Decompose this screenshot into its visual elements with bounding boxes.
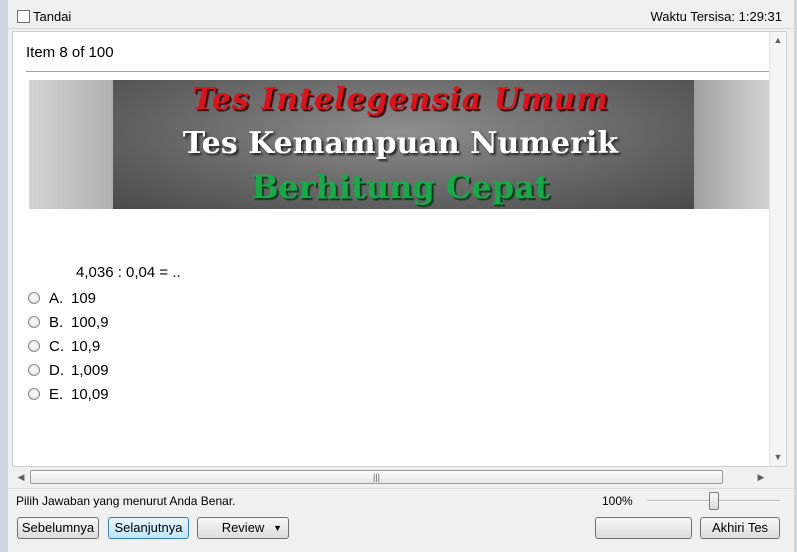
- option-value: 1,009: [71, 361, 109, 379]
- review-dropdown[interactable]: Review ▼: [197, 517, 289, 539]
- next-button[interactable]: Selanjutnya: [108, 517, 189, 539]
- option-e[interactable]: E. 10,09: [28, 382, 109, 406]
- radio-icon[interactable]: [28, 364, 40, 376]
- option-d[interactable]: D. 1,009: [28, 358, 109, 382]
- radio-icon[interactable]: [28, 292, 40, 304]
- timer-label: Waktu Tersisa:: [650, 9, 735, 24]
- question-text: 4,036 : 0,04 = ..: [76, 264, 181, 281]
- radio-icon[interactable]: [28, 316, 40, 328]
- divider: [26, 71, 772, 72]
- banner-subtitle: Tes Kemampuan Numerik: [182, 126, 619, 161]
- scrollbar-thumb[interactable]: |||: [30, 470, 723, 484]
- option-a[interactable]: A. 109: [28, 286, 109, 310]
- option-letter: B.: [49, 313, 64, 331]
- option-value: 10,09: [71, 385, 109, 403]
- zoom-level: 100%: [602, 494, 633, 508]
- flag-label: Tandai: [33, 9, 72, 24]
- navigation-bar: Sebelumnya Selanjutnya Review ▼ Akhiri T…: [8, 513, 794, 552]
- scroll-down-icon[interactable]: ▼: [770, 449, 786, 466]
- radio-icon[interactable]: [28, 388, 40, 400]
- scroll-right-icon[interactable]: ▶: [752, 469, 770, 486]
- scroll-left-icon[interactable]: ◀: [12, 469, 30, 486]
- status-bar: Pilih Jawaban yang menurut Anda Benar. 1…: [8, 488, 794, 512]
- timer: Waktu Tersisa: 1:29:31: [650, 9, 782, 24]
- timer-value: 1:29:31: [738, 9, 782, 24]
- answer-options: A. 109 B. 100,9 C. 10,9 D. 1,009 E. 10,0…: [28, 286, 109, 406]
- option-value: 10,9: [71, 337, 101, 355]
- scroll-up-icon[interactable]: ▲: [770, 32, 786, 49]
- banner-topic: Berhitung Cepat: [251, 168, 550, 206]
- end-test-button[interactable]: Akhiri Tes: [700, 517, 780, 539]
- checkbox-icon[interactable]: [17, 10, 30, 23]
- banner-image: Tes Intelegensia Umum Tes Kemampuan Nume…: [29, 80, 772, 209]
- option-b[interactable]: B. 100,9: [28, 310, 109, 334]
- option-letter: D.: [49, 361, 64, 379]
- option-value: 100,9: [71, 313, 109, 331]
- banner-title: Tes Intelegensia Umum: [191, 82, 610, 117]
- instruction-text: Pilih Jawaban yang menurut Anda Benar.: [16, 494, 236, 508]
- option-value: 109: [71, 289, 97, 307]
- horizontal-scrollbar[interactable]: ◀ ||| ▶: [12, 468, 770, 486]
- question-panel: Item 8 of 100 Tes Intelegensia Umum Tes …: [12, 31, 787, 467]
- option-letter: E.: [49, 385, 64, 403]
- item-counter: Item 8 of 100: [26, 44, 114, 61]
- vertical-scrollbar[interactable]: ▲ ▼: [769, 32, 786, 466]
- flag-checkbox[interactable]: Tandai: [17, 9, 71, 24]
- option-letter: C.: [49, 337, 64, 355]
- option-c[interactable]: C. 10,9: [28, 334, 109, 358]
- radio-icon[interactable]: [28, 340, 40, 352]
- review-label: Review: [221, 520, 265, 535]
- blank-button[interactable]: [595, 517, 692, 539]
- top-bar: Tandai Waktu Tersisa: 1:29:31: [8, 0, 794, 29]
- option-letter: A.: [49, 289, 64, 307]
- zoom-slider-thumb[interactable]: [709, 492, 719, 510]
- chevron-down-icon: ▼: [273, 523, 282, 533]
- previous-button[interactable]: Sebelumnya: [17, 517, 99, 539]
